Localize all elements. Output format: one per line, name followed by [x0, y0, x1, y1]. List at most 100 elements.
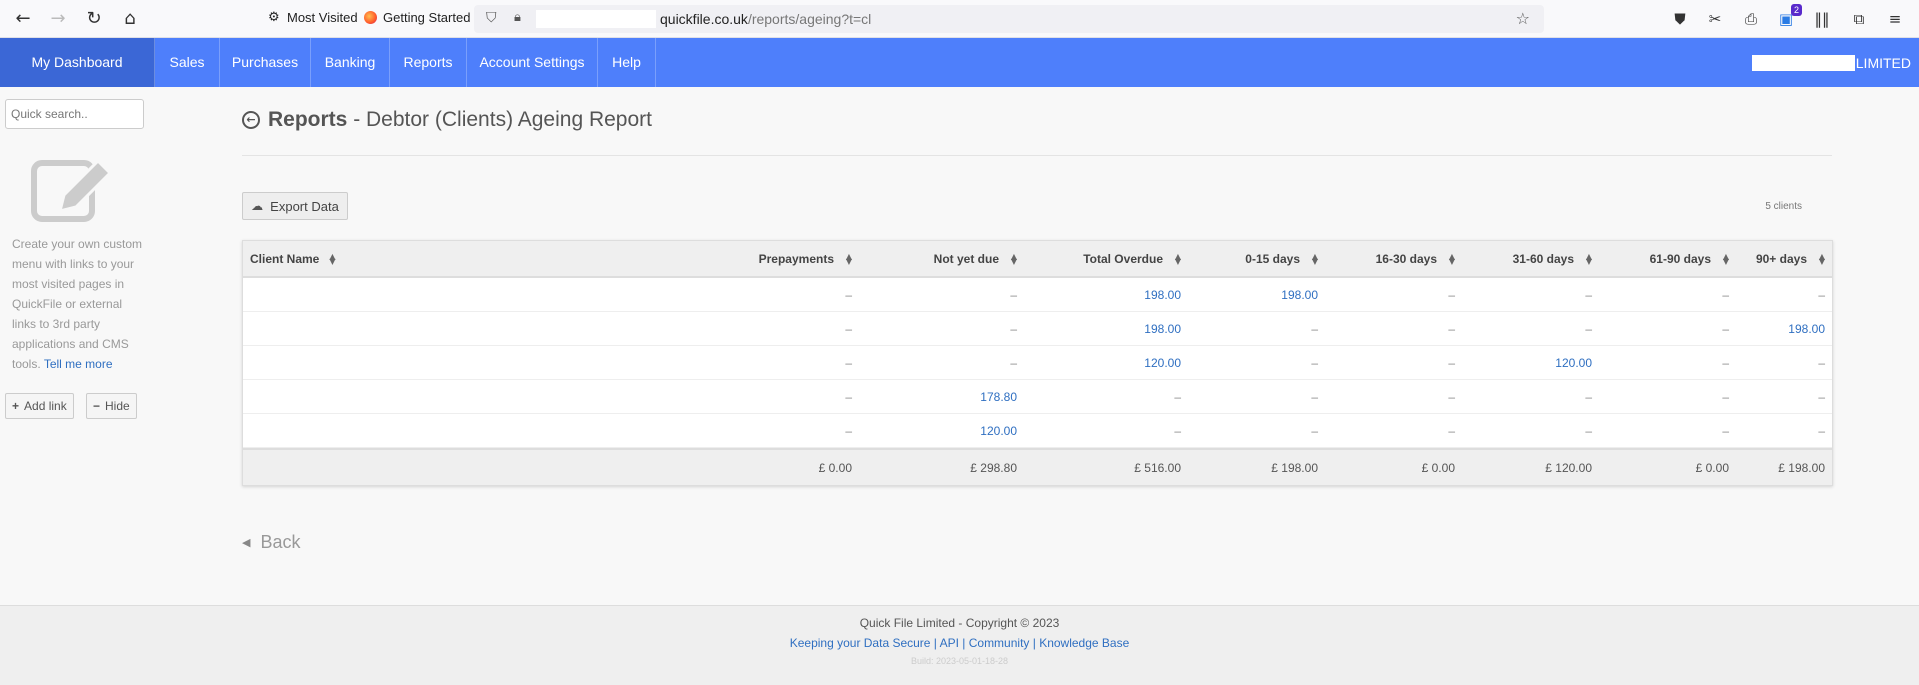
- export-data-label: Export Data: [270, 198, 339, 214]
- column-header-prepayments[interactable]: Prepayments ▲ ▼: [694, 252, 859, 266]
- pocket-icon[interactable]: ⛊: [1670, 9, 1690, 29]
- extensions-puzzle-icon[interactable]: ⧉: [1849, 9, 1869, 29]
- copyright-text: Quick File Limited - Copyright © 2023: [859, 616, 1060, 630]
- bookmark-star-icon[interactable]: ☆: [1516, 9, 1530, 28]
- back-link[interactable]: ◀ Back: [242, 532, 301, 553]
- cell-prepayments: –: [845, 423, 852, 438]
- bookmark-label: Getting Started: [383, 10, 471, 25]
- url-path: /reports/ageing?t=cl: [747, 11, 872, 27]
- tell-me-more-link[interactable]: Tell me more: [44, 357, 113, 371]
- hide-label: Hide: [105, 399, 130, 413]
- column-header-not-yet-due[interactable]: Not yet due ▲ ▼: [859, 252, 1024, 266]
- cell-16-30-days: –: [1448, 321, 1455, 336]
- sort-icon: ▲ ▼: [1174, 252, 1181, 267]
- extension-icon[interactable]: ▣ 2: [1776, 4, 1802, 29]
- column-label: 90+ days: [1755, 251, 1807, 266]
- cell-61-90-days: –: [1722, 389, 1729, 404]
- bookmark-label: Most Visited: [287, 10, 358, 25]
- cell-not-yet-due[interactable]: 178.80: [859, 390, 1024, 404]
- column-label: Prepayments: [758, 251, 834, 266]
- column-header-client-name[interactable]: Client Name ▲ ▼: [243, 252, 694, 266]
- hide-button[interactable]: − Hide: [86, 393, 137, 419]
- nav-reports[interactable]: Reports: [390, 38, 467, 87]
- sort-icon: ▲ ▼: [1311, 252, 1318, 267]
- column-header-total-overdue[interactable]: Total Overdue ▲ ▼: [1024, 252, 1188, 266]
- lock-icon[interactable]: 🔒︎: [514, 10, 521, 25]
- print-icon[interactable]: ⎙: [1741, 9, 1761, 29]
- cell-total-overdue[interactable]: 198.00: [1024, 288, 1188, 302]
- table-totals-row: £ 0.00 £ 298.80 £ 516.00 £ 198.00 £ 0.00 £ 12…: [243, 448, 1832, 485]
- nav-help[interactable]: Help: [598, 38, 656, 87]
- total-16-30-days: £ 0.00: [1421, 460, 1455, 475]
- cell-0-15-days: –: [1311, 389, 1318, 404]
- edit-note-icon: [31, 158, 113, 222]
- nav-purchases[interactable]: Purchases: [220, 38, 311, 87]
- cell-0-15-days: –: [1311, 423, 1318, 438]
- column-label: Client Name: [250, 251, 320, 266]
- bookmark-getting-started[interactable]: Getting Started: [364, 10, 470, 25]
- cell-total-overdue[interactable]: 120.00: [1024, 356, 1188, 370]
- cell-16-30-days: –: [1448, 423, 1455, 438]
- table-row: –120.00– – – – – –: [243, 414, 1832, 448]
- sort-icon: ▲ ▼: [1585, 252, 1592, 267]
- ageing-report-table: Client Name ▲ ▼ Prepayments ▲ ▼ Not yet due ▲…: [242, 240, 1833, 486]
- screenshot-icon[interactable]: ✂: [1705, 9, 1725, 29]
- cell-31-60-days: –: [1585, 321, 1592, 336]
- cell-prepayments: –: [845, 321, 852, 336]
- total-31-60-days: £ 120.00: [1545, 460, 1592, 475]
- column-label: Not yet due: [933, 251, 999, 266]
- url-redaction: [536, 10, 656, 28]
- column-header-61-90-days[interactable]: 61-90 days ▲ ▼: [1599, 252, 1736, 266]
- address-bar[interactable]: ⛉ 🔒︎ quickfile.co.uk/reports/ageing?t=cl…: [474, 5, 1544, 33]
- cell-31-60-days: –: [1585, 423, 1592, 438]
- column-header-90-plus-days[interactable]: 90+ days ▲ ▼: [1736, 252, 1832, 266]
- cell-not-yet-due: –: [1010, 321, 1017, 336]
- column-label: 0-15 days: [1245, 251, 1300, 266]
- page-title-report: - Debtor (Clients) Ageing Report: [347, 108, 652, 131]
- cell-16-30-days: –: [1448, 287, 1455, 302]
- quick-search-input[interactable]: [5, 99, 144, 129]
- nav-sales[interactable]: Sales: [155, 38, 220, 87]
- add-link-label: Add link: [24, 399, 67, 413]
- column-label: 61-90 days: [1649, 251, 1711, 266]
- cell-16-30-days: –: [1448, 355, 1455, 370]
- bookmark-most-visited[interactable]: ⚙ Most Visited: [268, 10, 358, 25]
- export-data-button[interactable]: ☁ Export Data: [242, 192, 348, 220]
- cell-total-overdue[interactable]: 198.00: [1024, 322, 1188, 336]
- nav-account-settings[interactable]: Account Settings: [467, 38, 598, 87]
- back-circle-icon[interactable]: ←: [242, 111, 260, 129]
- cell-16-30-days: –: [1448, 389, 1455, 404]
- url-text[interactable]: quickfile.co.uk/reports/ageing?t=cl: [660, 11, 871, 27]
- cell-0-15-days[interactable]: 198.00: [1188, 288, 1325, 302]
- cell-90-plus-days[interactable]: 198.00: [1736, 322, 1832, 336]
- nav-banking[interactable]: Banking: [311, 38, 390, 87]
- home-icon[interactable]: ⌂: [119, 8, 141, 30]
- company-name[interactable]: LIMITED: [1751, 55, 1911, 71]
- cell-not-yet-due[interactable]: 120.00: [859, 424, 1024, 438]
- add-link-button[interactable]: + Add link: [5, 393, 74, 419]
- footer-links[interactable]: Keeping your Data Secure | API | Communi…: [0, 636, 1919, 650]
- nav-my-dashboard[interactable]: My Dashboard: [0, 38, 155, 87]
- column-header-31-60-days[interactable]: 31-60 days ▲ ▼: [1462, 252, 1599, 266]
- reload-icon[interactable]: ↻: [83, 8, 105, 30]
- forward-arrow-icon[interactable]: →: [47, 8, 69, 30]
- cell-61-90-days: –: [1722, 423, 1729, 438]
- total-not-yet-due: £ 298.80: [970, 460, 1017, 475]
- page-title: ← Reports - Debtor (Clients) Ageing Repo…: [242, 108, 652, 132]
- column-header-0-15-days[interactable]: 0-15 days ▲ ▼: [1188, 252, 1325, 266]
- library-icon[interactable]: ‖‖: [1812, 9, 1832, 29]
- plus-icon: +: [12, 399, 20, 413]
- sort-icon: ▲ ▼: [845, 252, 852, 267]
- cell-31-60-days[interactable]: 120.00: [1462, 356, 1599, 370]
- cell-not-yet-due: –: [1010, 287, 1017, 302]
- cell-prepayments: –: [845, 287, 852, 302]
- cell-90-plus-days: –: [1818, 423, 1825, 438]
- back-arrow-icon[interactable]: ←: [12, 8, 34, 30]
- table-body: – –198.00 198.00– – – – – –198.00– – – –198.00– –12…: [243, 278, 1832, 448]
- client-count: 5 clients: [1765, 201, 1802, 212]
- cell-90-plus-days: –: [1818, 389, 1825, 404]
- menu-icon[interactable]: ≡: [1885, 9, 1905, 29]
- cell-31-60-days: –: [1585, 389, 1592, 404]
- shield-icon[interactable]: ⛉: [486, 10, 497, 26]
- column-header-16-30-days[interactable]: 16-30 days ▲ ▼: [1325, 252, 1462, 266]
